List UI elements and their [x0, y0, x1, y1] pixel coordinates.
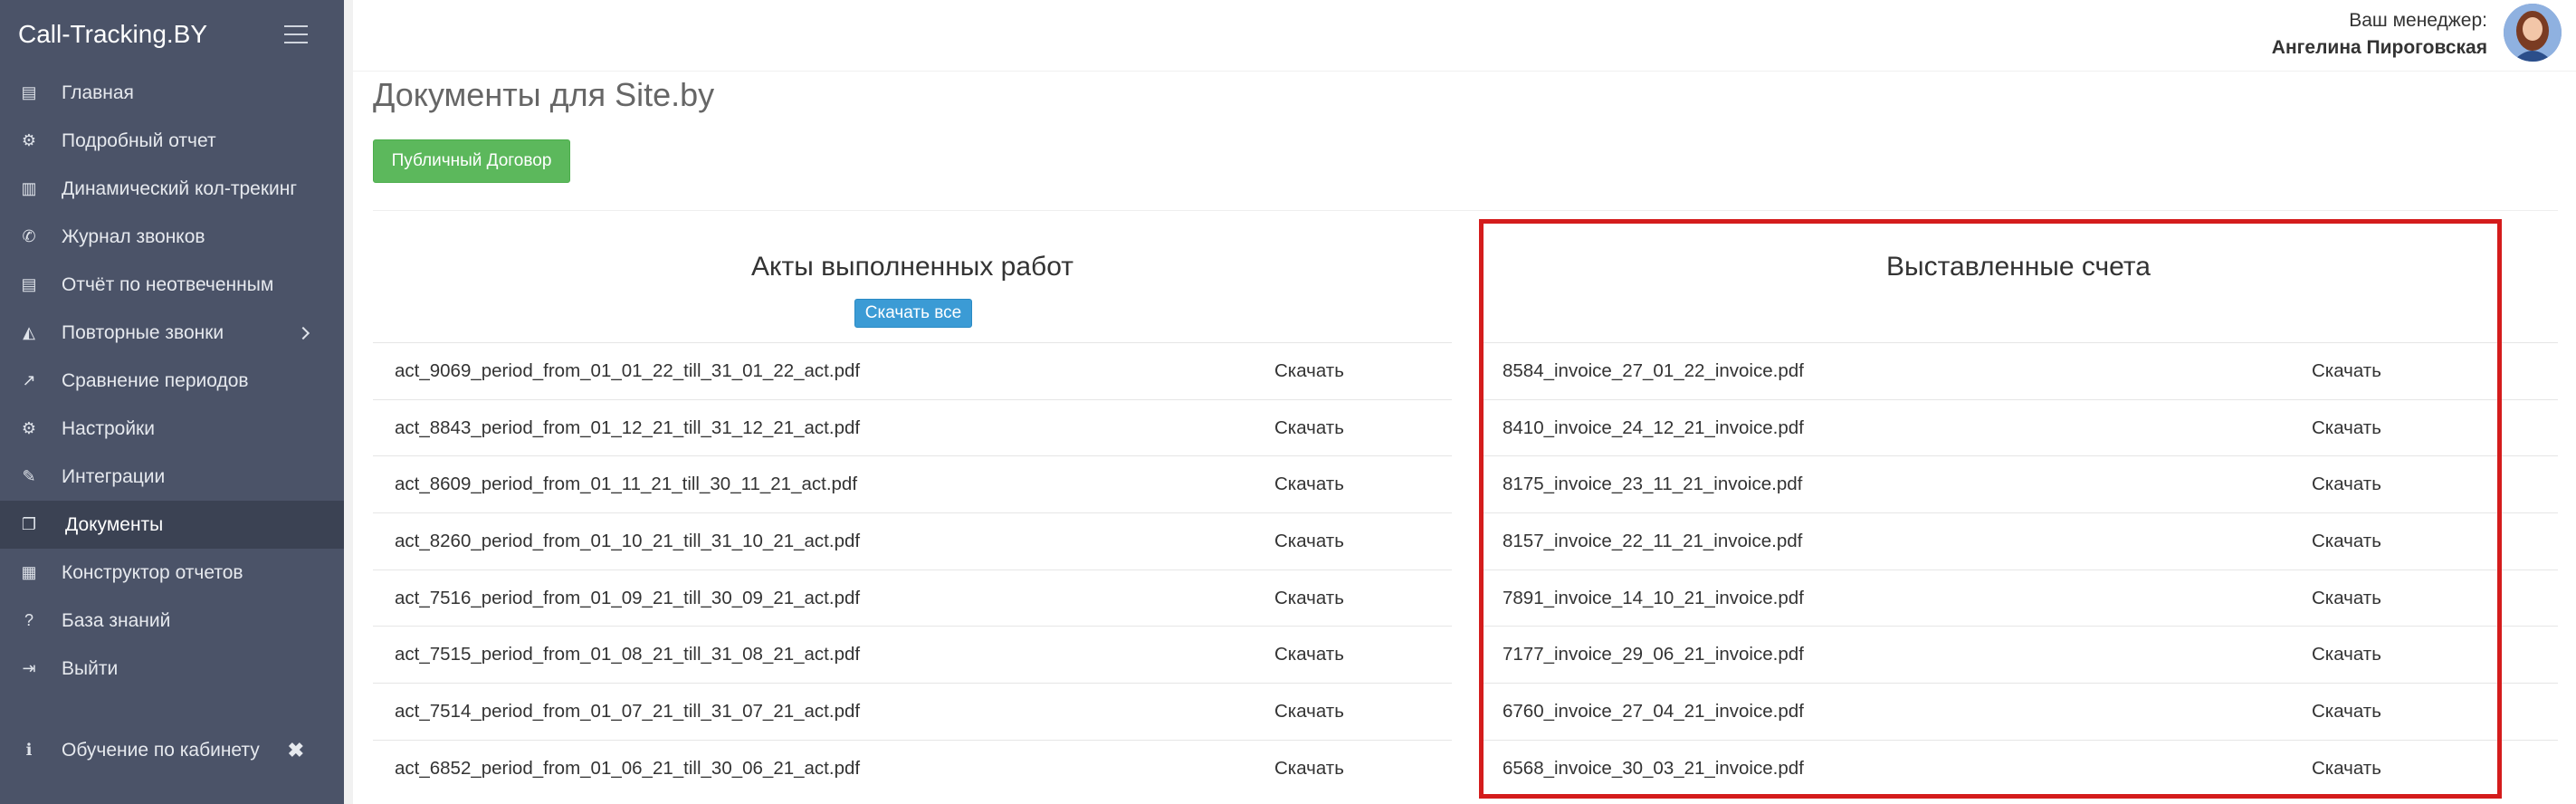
file-name: act_8843_period_from_01_12_21_till_31_12… [395, 416, 861, 438]
acts-list: act_9069_period_from_01_01_22_till_31_01… [373, 342, 1452, 797]
sidebar-item-label: Подробный отчет [62, 129, 216, 151]
sidebar-item-label: Обучение по кабинету [62, 739, 260, 761]
sidebar-item[interactable]: ⚙ Подробный отчет [0, 117, 344, 165]
document-icon: ▤ [21, 275, 37, 293]
close-icon[interactable]: ✖ [288, 739, 304, 762]
sidebar-item[interactable]: ✆ Журнал звонков [0, 213, 344, 261]
chevron-right-icon [296, 326, 310, 340]
page-title: Документы для Site.by [373, 76, 715, 113]
act-row: act_7514_period_from_01_07_21_till_31_07… [373, 683, 1452, 740]
acts-panel: Акты выполненных работ Скачать все act_9… [373, 217, 1452, 797]
download-link[interactable]: Скачать [1274, 644, 1344, 665]
brand-bar: Call-Tracking.BY [0, 0, 344, 69]
manager-label: Ваш менеджер: [2349, 10, 2487, 31]
manager-name: Ангелина Пироговская [2271, 37, 2487, 58]
act-row: act_8609_period_from_01_11_21_till_30_11… [373, 455, 1452, 512]
act-row: act_7516_period_from_01_09_21_till_30_09… [373, 569, 1452, 627]
sidebar-item-label: Отчёт по неотвеченным [62, 273, 274, 295]
download-link[interactable]: Скачать [1274, 360, 1344, 382]
act-row: act_6852_period_from_01_06_21_till_30_06… [373, 739, 1452, 797]
line-chart-icon: ↗ [22, 371, 36, 389]
sidebar-item[interactable]: ▦ Конструктор отчетов [0, 549, 344, 597]
question-icon: ? [24, 611, 33, 629]
sidebar-item-label: Конструктор отчетов [62, 561, 243, 583]
sidebar-item-label: Настройки [62, 417, 155, 439]
plug-icon: ✎ [22, 467, 36, 485]
file-name: act_7516_period_from_01_09_21_till_30_09… [395, 587, 861, 608]
sidebar-item-label: Главная [62, 81, 134, 103]
sidebar-bottom: ℹ Обучение по кабинету ✖ [0, 726, 344, 774]
download-link[interactable]: Скачать [1274, 588, 1344, 609]
public-contract-button[interactable]: Публичный Договор [373, 139, 570, 183]
home-icon: ▤ [21, 83, 37, 101]
sidebar-item-label: Документы [65, 513, 164, 535]
sidebar-item[interactable]: ? База знаний [0, 597, 344, 645]
sidebar-item-label: Интеграции [62, 465, 166, 487]
act-row: act_9069_period_from_01_01_22_till_31_01… [373, 342, 1452, 399]
sidebar-scroll-strip [344, 0, 353, 804]
avatar-image [2504, 4, 2562, 62]
header-divider [353, 71, 2576, 72]
report-builder-icon: ▦ [21, 563, 37, 581]
acts-header: Акты выполненных работ Скачать все [373, 217, 1452, 342]
sidebar-item-training[interactable]: ℹ Обучение по кабинету ✖ [0, 726, 344, 774]
sidebar-item[interactable]: ▤ Отчёт по неотвеченным [0, 261, 344, 309]
sidebar-nav: ▤ Главная ⚙ Подробный отчет ▥ Динамический ко… [0, 69, 344, 693]
logout-icon: ⇥ [22, 659, 36, 677]
sidebar-item[interactable]: ◭ Повторные звонки [0, 309, 344, 357]
sidebar-item[interactable]: ❐ Документы [0, 501, 344, 549]
sidebar-item-label: Повторные звонки [62, 321, 224, 343]
file-name: act_7514_period_from_01_07_21_till_31_07… [395, 700, 861, 722]
download-link[interactable]: Скачать [1274, 417, 1344, 439]
bar-chart-icon: ▥ [21, 179, 37, 197]
act-row: act_7515_period_from_01_08_21_till_31_08… [373, 626, 1452, 683]
sidebar: Call-Tracking.BY ▤ Главная ⚙ Подробный отче… [0, 0, 344, 804]
manager-info: Ваш менеджер: Ангелина Пироговская [2272, 7, 2487, 62]
sidebar-item[interactable]: ▤ Главная [0, 69, 344, 117]
area-chart-icon: ◭ [23, 323, 35, 341]
file-name: act_6852_period_from_01_06_21_till_30_06… [395, 757, 861, 779]
sidebar-item-label: Динамический кол-трекинг [62, 177, 298, 199]
sidebar-item[interactable]: ✎ Интеграции [0, 453, 344, 501]
act-row: act_8843_period_from_01_12_21_till_31_12… [373, 398, 1452, 456]
settings-icon: ⚙ [21, 419, 37, 437]
sidebar-item-label: База знаний [62, 609, 171, 631]
acts-title: Акты выполненных работ [751, 252, 1073, 282]
sidebar-item-label: Сравнение периодов [62, 369, 249, 391]
sidebar-item[interactable]: ⚙ Настройки [0, 405, 344, 453]
sidebar-item[interactable]: ▥ Динамический кол-трекинг [0, 165, 344, 213]
act-row: act_8260_period_from_01_10_21_till_31_10… [373, 512, 1452, 570]
sidebar-item[interactable]: ↗ Сравнение периодов [0, 357, 344, 405]
avatar[interactable] [2504, 4, 2562, 62]
download-link[interactable]: Скачать [1274, 701, 1344, 723]
highlight-box [1479, 219, 2502, 799]
menu-toggle-icon[interactable] [284, 25, 308, 43]
sidebar-item-label: Выйти [62, 657, 119, 679]
download-link[interactable]: Скачать [1274, 531, 1344, 552]
file-name: act_7515_period_from_01_08_21_till_31_08… [395, 644, 861, 665]
download-link[interactable]: Скачать [1274, 758, 1344, 780]
file-name: act_8260_period_from_01_10_21_till_31_10… [395, 530, 861, 551]
report-icon: ⚙ [21, 131, 37, 149]
documents-icon: ❐ [21, 515, 37, 533]
file-name: act_9069_period_from_01_01_22_till_31_01… [395, 359, 861, 381]
file-name: act_8609_period_from_01_11_21_till_30_11… [395, 474, 858, 495]
info-icon: ℹ [25, 741, 33, 759]
sidebar-item-label: Журнал звонков [62, 225, 205, 247]
brand-logo[interactable]: Call-Tracking.BY [18, 20, 207, 49]
content-divider [373, 210, 2558, 211]
download-link[interactable]: Скачать [1274, 474, 1344, 495]
sidebar-item[interactable]: ⇥ Выйти [0, 645, 344, 693]
phone-icon: ✆ [22, 227, 36, 245]
download-all-button[interactable]: Скачать все [854, 299, 972, 328]
